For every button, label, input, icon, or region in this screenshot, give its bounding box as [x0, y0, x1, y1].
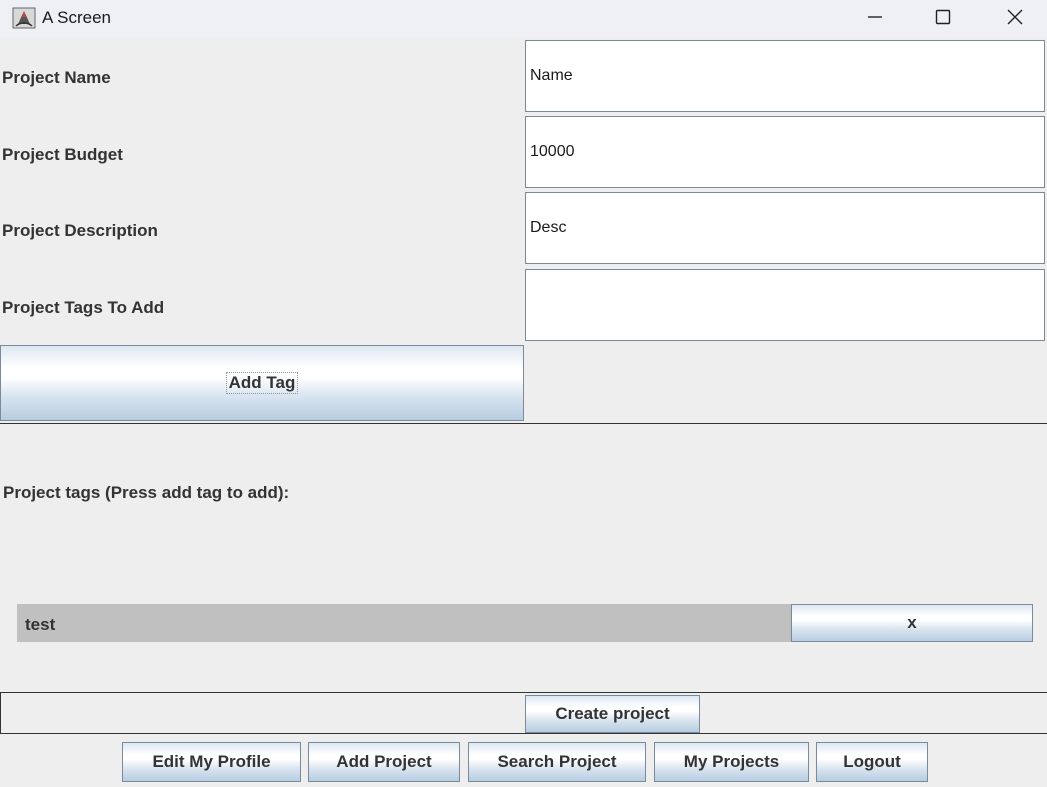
window-title: A Screen: [42, 8, 111, 27]
divider-left-edge: [0, 692, 1, 734]
edit-my-profile-label: Edit My Profile: [152, 752, 271, 771]
create-project-label: Create project: [555, 704, 670, 723]
project-budget-field[interactable]: [525, 116, 1045, 188]
search-project-button[interactable]: Search Project: [468, 742, 646, 782]
tag-item: test: [17, 604, 791, 642]
project-name-field[interactable]: [525, 40, 1045, 112]
project-tags-to-add-label: Project Tags To Add: [2, 298, 165, 317]
create-project-button[interactable]: Create project: [525, 695, 700, 733]
project-description-label: Project Description: [2, 221, 158, 240]
remove-tag-label: x: [907, 613, 917, 632]
project-description-field[interactable]: [525, 192, 1045, 264]
edit-my-profile-button[interactable]: Edit My Profile: [122, 742, 301, 782]
my-projects-label: My Projects: [683, 752, 780, 771]
add-project-label: Add Project: [336, 752, 432, 771]
search-project-label: Search Project: [497, 752, 617, 771]
add-tag-label: Add Tag: [225, 372, 299, 394]
project-name-label: Project Name: [2, 68, 111, 87]
close-button[interactable]: [992, 0, 1038, 34]
add-tag-button[interactable]: Add Tag: [0, 345, 524, 421]
project-tags-heading: Project tags (Press add tag to add):: [3, 483, 290, 502]
remove-tag-button[interactable]: x: [791, 604, 1033, 642]
java-app-icon: [12, 6, 36, 30]
logout-label: Logout: [843, 752, 901, 771]
project-tags-input[interactable]: [525, 269, 1045, 341]
maximize-button[interactable]: [920, 0, 966, 34]
minimize-icon: [868, 16, 882, 18]
project-budget-label: Project Budget: [2, 145, 123, 164]
title-bar: A Screen: [0, 0, 1047, 38]
add-project-button[interactable]: Add Project: [308, 742, 460, 782]
divider-middle: [0, 692, 1047, 693]
maximize-icon: [935, 9, 951, 25]
logout-button[interactable]: Logout: [816, 742, 928, 782]
divider-top: [0, 423, 1047, 424]
my-projects-button[interactable]: My Projects: [654, 742, 809, 782]
minimize-button[interactable]: [852, 0, 898, 34]
tag-name: test: [25, 615, 56, 634]
divider-bottom: [0, 733, 1047, 734]
close-icon: [1007, 9, 1023, 25]
